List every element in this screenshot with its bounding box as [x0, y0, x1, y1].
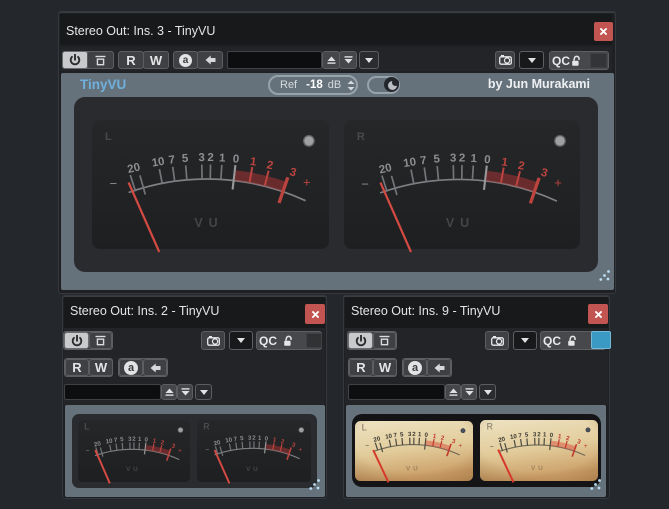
svg-text:7: 7: [420, 155, 428, 168]
svg-text:−: −: [205, 447, 209, 454]
svg-text:R: R: [357, 131, 365, 143]
svg-text:3: 3: [450, 153, 457, 165]
svg-text:0: 0: [232, 153, 239, 166]
svg-text:3: 3: [198, 152, 205, 164]
svg-text:7: 7: [168, 154, 176, 167]
svg-text:+: +: [584, 443, 588, 450]
svg-text:R: R: [203, 422, 210, 432]
svg-text:10: 10: [151, 156, 165, 170]
svg-text:2: 2: [207, 152, 214, 164]
svg-text:VU: VU: [194, 216, 223, 230]
svg-text:10: 10: [403, 156, 417, 170]
svg-text:+: +: [178, 447, 182, 454]
svg-text:2: 2: [459, 153, 466, 165]
svg-text:−: −: [490, 444, 494, 451]
svg-text:+: +: [303, 175, 311, 190]
svg-text:VU: VU: [446, 216, 475, 230]
svg-text:1: 1: [470, 153, 478, 165]
svg-text:+: +: [298, 446, 302, 453]
svg-text:−: −: [361, 176, 369, 191]
svg-text:+: +: [554, 175, 562, 190]
svg-text:+: +: [458, 443, 462, 450]
svg-text:L: L: [105, 131, 112, 143]
svg-text:VU: VU: [246, 466, 261, 473]
svg-text:1: 1: [219, 152, 227, 164]
svg-text:0: 0: [484, 154, 491, 167]
svg-text:VU: VU: [126, 466, 141, 473]
svg-text:−: −: [365, 443, 369, 450]
svg-text:R: R: [487, 422, 494, 432]
svg-text:−: −: [86, 448, 90, 455]
svg-text:VU: VU: [406, 465, 421, 472]
svg-text:L: L: [362, 422, 368, 432]
svg-text:L: L: [84, 422, 90, 432]
svg-text:VU: VU: [531, 465, 546, 472]
svg-text:−: −: [110, 176, 118, 191]
